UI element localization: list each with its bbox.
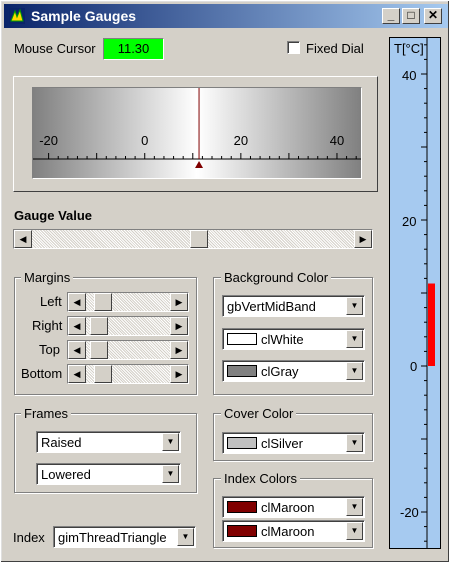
scroll-right-icon[interactable]: ▶: [170, 341, 188, 359]
dial-index-triangle: [195, 161, 204, 168]
close-icon: ✕: [427, 8, 439, 22]
dial-face[interactable]: -20 0 20 40: [32, 87, 362, 179]
inner-frame-value: Lowered: [41, 467, 91, 482]
inner-frame-select[interactable]: Lowered ▼: [36, 463, 181, 485]
background-style-select[interactable]: gbVertMidBand ▼: [222, 295, 365, 317]
thermometer-gauge[interactable]: T[°C] 40 20 0 -20: [389, 37, 441, 549]
margin-right-scrollbar[interactable]: ◀ ▶: [67, 316, 189, 336]
scroll-right-icon[interactable]: ▶: [170, 317, 188, 335]
color-swatch: [227, 501, 257, 513]
cover-color-title: Cover Color: [221, 406, 297, 421]
chevron-down-icon[interactable]: ▼: [346, 362, 363, 380]
index-select[interactable]: gimThreadTriangle ▼: [53, 526, 196, 548]
index-colors-title: Index Colors: [221, 471, 300, 486]
margin-right-thumb[interactable]: [90, 317, 108, 335]
color-swatch: [227, 437, 257, 449]
index-color1-value: clMaroon: [261, 500, 315, 515]
thermo-label-40: 40: [402, 68, 417, 83]
chevron-down-icon[interactable]: ▼: [346, 498, 363, 516]
color-swatch: [227, 333, 257, 345]
main-window: Sample Gauges _ □ ✕ Mouse Cursor 11.30 F…: [0, 0, 450, 563]
margin-top-scrollbar[interactable]: ◀ ▶: [67, 340, 189, 360]
margin-top-label: Top: [39, 342, 60, 357]
mouse-cursor-label: Mouse Cursor: [14, 41, 96, 56]
fixed-dial-checkbox[interactable]: [287, 41, 300, 54]
margin-bottom-scrollbar[interactable]: ◀ ▶: [67, 364, 189, 384]
background-color1-value: clWhite: [261, 332, 304, 347]
thermometer-scale: [421, 38, 435, 548]
dial-tick-label: -20: [39, 133, 58, 148]
index-color2-value: clMaroon: [261, 524, 315, 539]
color-swatch: [227, 525, 257, 537]
margin-bottom-label: Bottom: [21, 366, 63, 381]
title-bar[interactable]: Sample Gauges _ □ ✕: [4, 4, 448, 28]
dial-tick-label: 40: [330, 133, 344, 148]
fixed-dial-label[interactable]: Fixed Dial: [306, 41, 364, 56]
color-swatch: [227, 365, 257, 377]
margin-right-label: Right: [32, 318, 63, 333]
maximize-icon: □: [407, 8, 415, 22]
index-value: gimThreadTriangle: [58, 530, 167, 545]
margins-title: Margins: [21, 270, 74, 285]
thermo-bar: [428, 283, 435, 366]
scroll-left-icon[interactable]: ◀: [68, 293, 86, 311]
outer-frame-select[interactable]: Raised ▼: [36, 431, 181, 453]
chevron-down-icon[interactable]: ▼: [177, 528, 194, 546]
index-color2-select[interactable]: clMaroon ▼: [222, 520, 365, 542]
thermo-label-20: 20: [402, 214, 417, 229]
background-style-value: gbVertMidBand: [227, 299, 316, 314]
minimize-icon: _: [387, 8, 395, 22]
margin-left-label: Left: [40, 294, 62, 309]
chevron-down-icon[interactable]: ▼: [346, 522, 363, 540]
margin-left-thumb[interactable]: [94, 293, 112, 311]
mouse-cursor-value: 11.30: [103, 38, 164, 60]
scroll-right-icon[interactable]: ▶: [170, 365, 188, 383]
window-title: Sample Gauges: [31, 8, 137, 24]
scroll-left-icon[interactable]: ◀: [14, 230, 32, 248]
dial-gauge-frame: -20 0 20 40: [13, 76, 378, 192]
index-label: Index: [13, 530, 45, 545]
cover-color-value: clSilver: [261, 436, 303, 451]
minimize-button[interactable]: _: [382, 8, 400, 24]
dial-scale: -20 0 20 40: [33, 88, 361, 168]
app-icon: [9, 8, 25, 24]
frames-title: Frames: [21, 406, 72, 421]
gauge-value-thumb[interactable]: [190, 230, 208, 248]
chevron-down-icon[interactable]: ▼: [162, 465, 179, 483]
dial-tick-label: 20: [234, 133, 248, 148]
index-color1-select[interactable]: clMaroon ▼: [222, 496, 365, 518]
background-color-title: Background Color: [221, 270, 332, 285]
chevron-down-icon[interactable]: ▼: [346, 434, 363, 452]
close-button[interactable]: ✕: [424, 8, 442, 24]
scroll-left-icon[interactable]: ◀: [68, 317, 86, 335]
cover-color-select[interactable]: clSilver ▼: [222, 432, 365, 454]
background-color1-select[interactable]: clWhite ▼: [222, 328, 365, 350]
background-color2-value: clGray: [261, 364, 299, 379]
gauge-value-label: Gauge Value: [14, 208, 93, 223]
scroll-right-icon[interactable]: ▶: [170, 293, 188, 311]
mouse-cursor-value-text: 11.30: [117, 41, 150, 56]
maximize-button[interactable]: □: [402, 8, 420, 24]
chevron-down-icon[interactable]: ▼: [346, 297, 363, 315]
chevron-down-icon[interactable]: ▼: [346, 330, 363, 348]
gauge-value-scrollbar[interactable]: ◀ ▶: [13, 229, 373, 249]
scroll-left-icon[interactable]: ◀: [68, 341, 86, 359]
margin-left-scrollbar[interactable]: ◀ ▶: [67, 292, 189, 312]
scroll-right-icon[interactable]: ▶: [354, 230, 372, 248]
margin-top-thumb[interactable]: [90, 341, 108, 359]
background-color2-select[interactable]: clGray ▼: [222, 360, 365, 382]
margin-bottom-thumb[interactable]: [94, 365, 112, 383]
thermo-label-neg20: -20: [400, 505, 419, 520]
thermo-label-0: 0: [410, 359, 418, 374]
dial-tick-label: 0: [141, 133, 148, 148]
outer-frame-value: Raised: [41, 435, 82, 450]
scroll-left-icon[interactable]: ◀: [68, 365, 86, 383]
chevron-down-icon[interactable]: ▼: [162, 433, 179, 451]
